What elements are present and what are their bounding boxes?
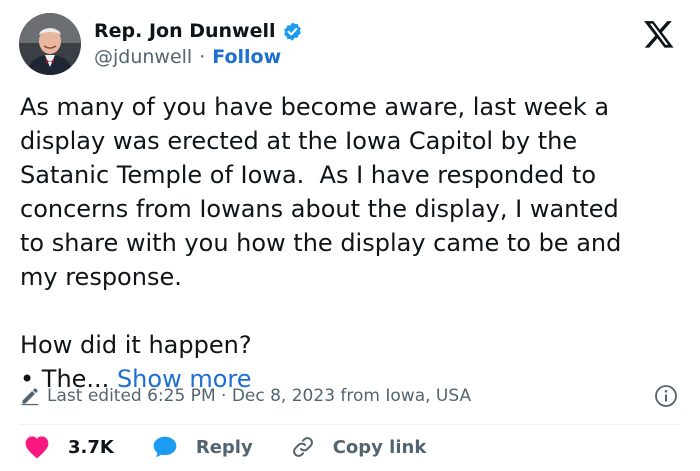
info-icon[interactable] xyxy=(654,384,678,408)
avatar[interactable] xyxy=(19,13,81,75)
edit-meta[interactable]: Last edited 6:25 PM · Dec 8, 2023 from I… xyxy=(20,383,471,409)
author-identity: Rep. Jon Dunwell @jdunwell · Follow xyxy=(94,18,303,70)
tweet-text: As many of you have become aware, last w… xyxy=(20,90,685,396)
author-name[interactable]: Rep. Jon Dunwell xyxy=(94,18,276,44)
action-bar: 3.7K Reply Copy link xyxy=(24,432,464,462)
author-handle[interactable]: @jdunwell xyxy=(94,44,192,70)
like-count: 3.7K xyxy=(68,436,114,458)
reply-label: Reply xyxy=(195,436,253,458)
name-row: Rep. Jon Dunwell xyxy=(94,18,303,44)
link-icon xyxy=(292,437,313,457)
edit-meta-text: Last edited 6:25 PM · Dec 8, 2023 from I… xyxy=(47,386,472,406)
verified-badge-icon xyxy=(282,21,303,42)
copy-link-button[interactable]: Copy link xyxy=(291,435,427,459)
follow-button[interactable]: Follow xyxy=(212,44,281,70)
divider xyxy=(20,424,680,425)
like-button[interactable]: 3.7K xyxy=(24,435,114,459)
handle-row: @jdunwell · Follow xyxy=(94,44,303,70)
tweet-body: As many of you have become aware, last w… xyxy=(20,93,622,393)
tweet-card: Rep. Jon Dunwell @jdunwell · Follow As m… xyxy=(0,0,700,471)
tweet-header: Rep. Jon Dunwell @jdunwell · Follow xyxy=(19,12,303,76)
heart-icon xyxy=(25,436,49,459)
x-logo-icon[interactable] xyxy=(643,18,675,50)
copy-link-label: Copy link xyxy=(332,436,427,458)
separator-dot: · xyxy=(199,46,206,68)
speech-bubble-icon xyxy=(153,436,177,458)
reply-button[interactable]: Reply xyxy=(152,435,253,459)
pencil-icon xyxy=(20,386,40,406)
